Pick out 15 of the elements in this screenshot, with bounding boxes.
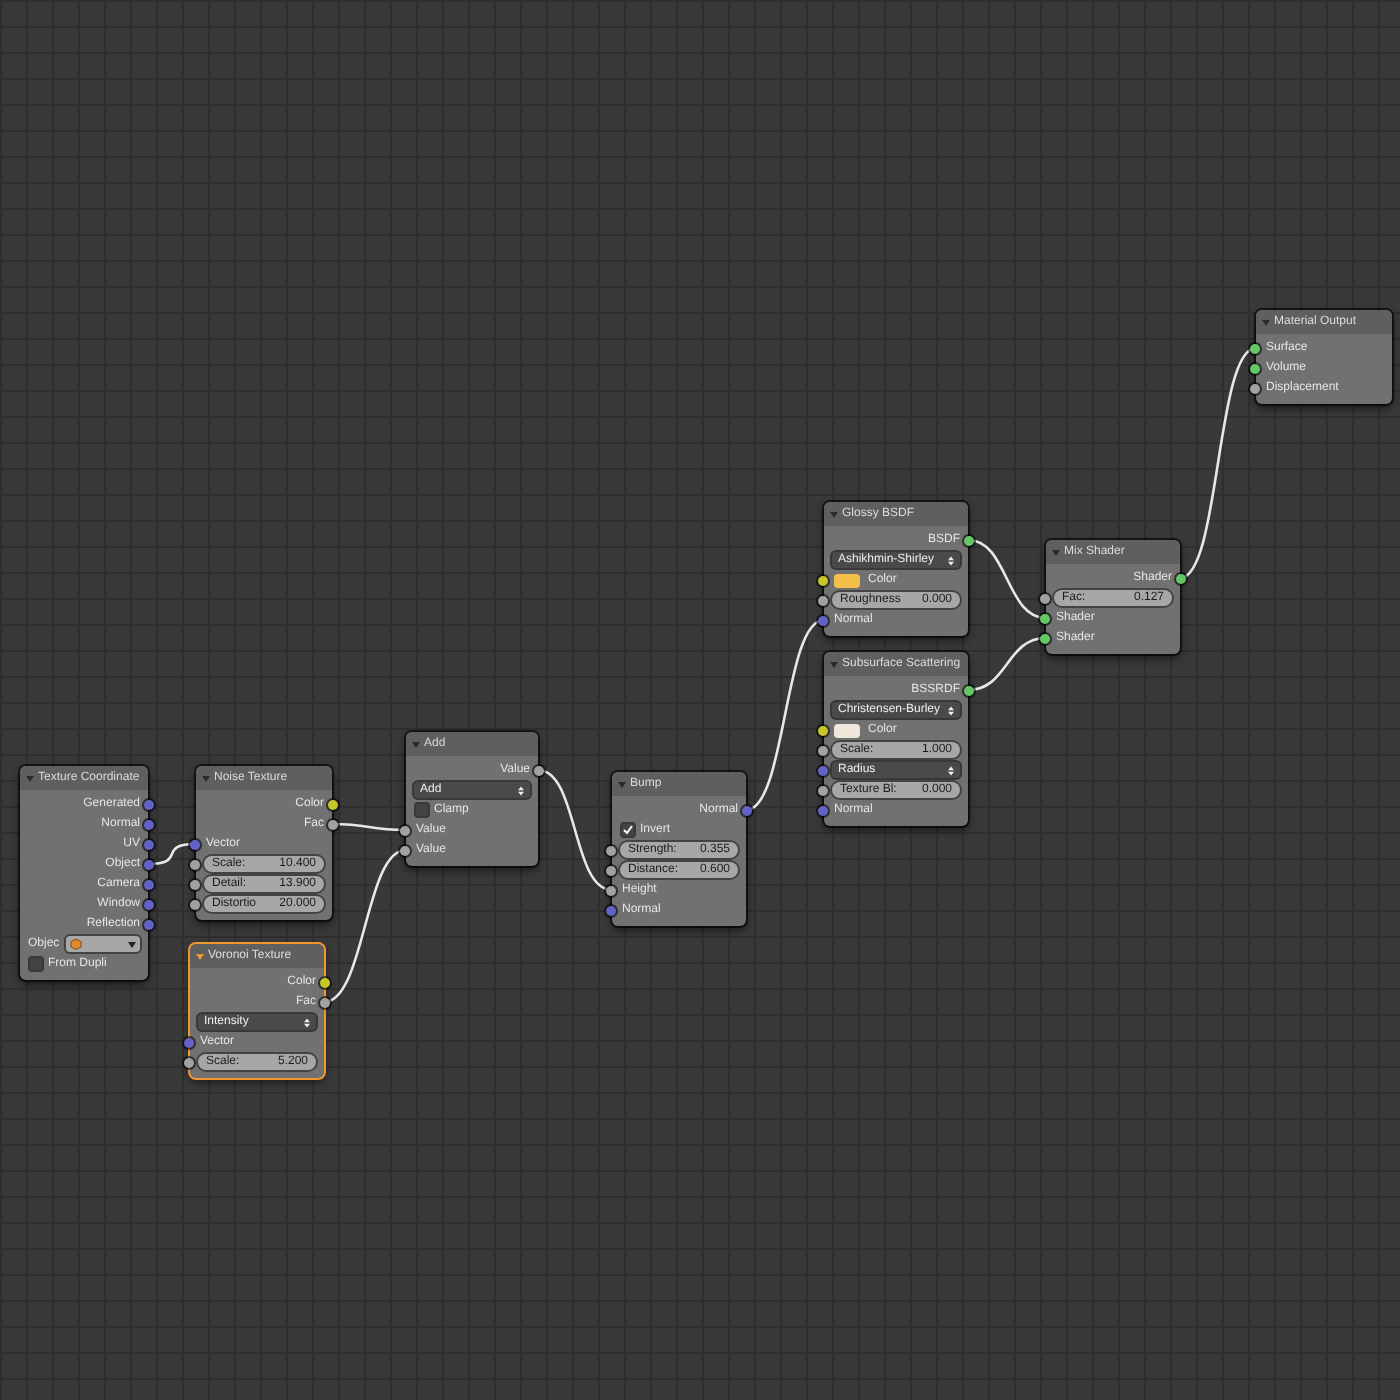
updown-icon — [948, 555, 954, 565]
updown-icon — [948, 765, 954, 775]
checkbox[interactable] — [416, 804, 428, 816]
updown-icon — [304, 1017, 310, 1027]
connection-wire — [332, 822, 406, 832]
collapse-triangle-icon[interactable] — [196, 953, 204, 959]
caret-icon — [128, 941, 136, 947]
updown-icon — [948, 705, 954, 715]
color-swatch[interactable] — [834, 723, 860, 737]
cube-icon — [69, 938, 82, 950]
object-picker[interactable] — [65, 936, 140, 952]
color-swatch[interactable] — [834, 573, 860, 587]
checkbox[interactable] — [30, 958, 42, 970]
updown-icon — [518, 785, 524, 795]
checkbox[interactable] — [622, 824, 634, 836]
